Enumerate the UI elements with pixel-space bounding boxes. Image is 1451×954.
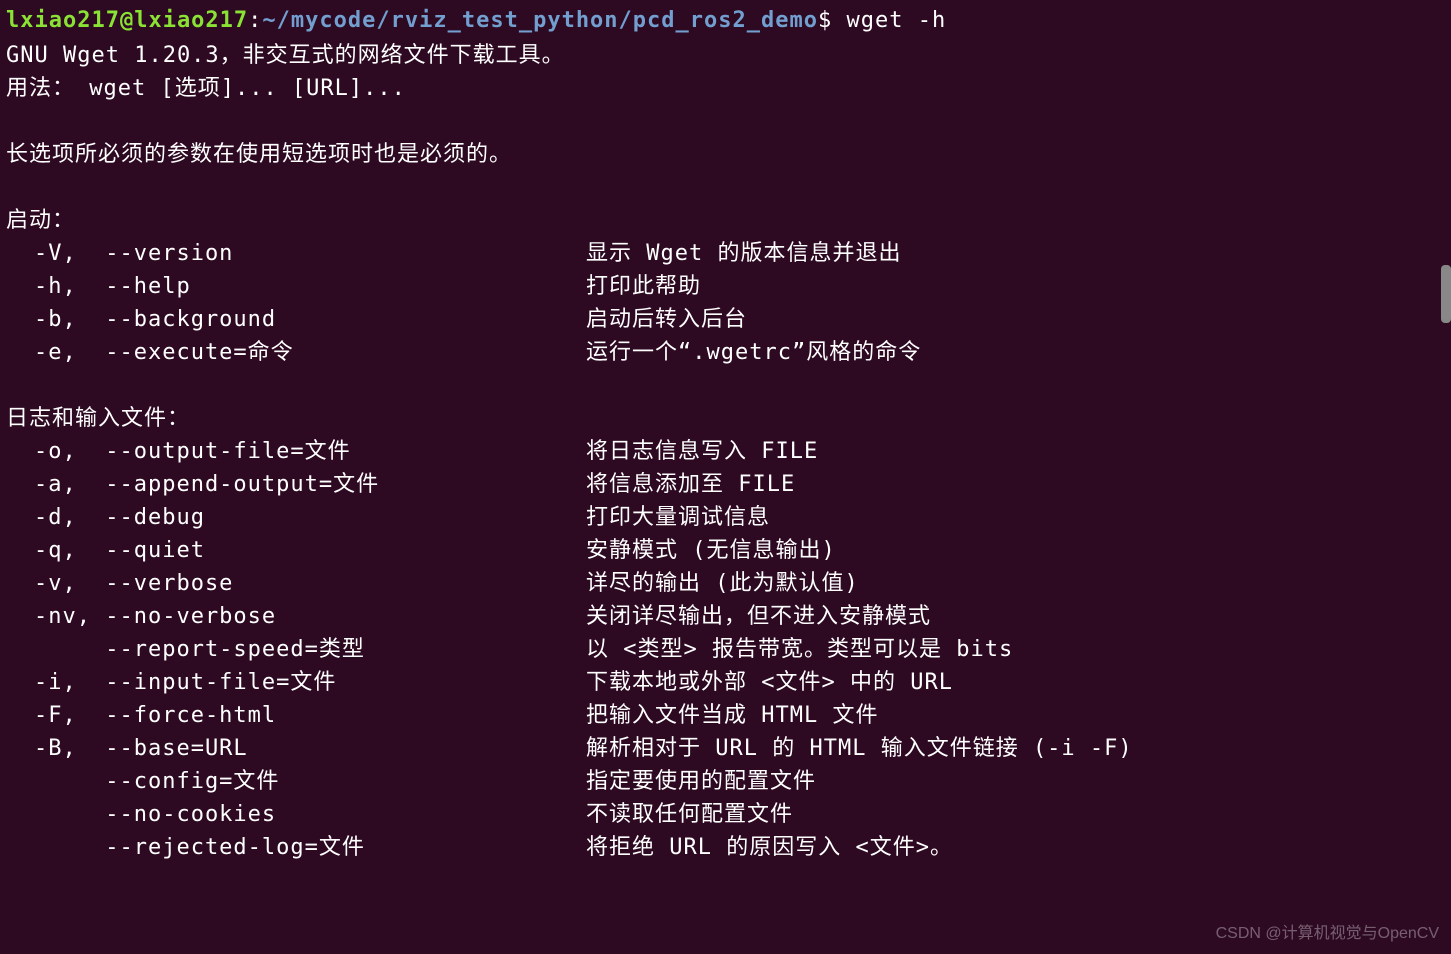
option-desc: 打印此帮助: [586, 270, 1445, 303]
option-desc: 指定要使用的配置文件: [586, 765, 1445, 798]
option-flags: --config=文件: [6, 765, 586, 798]
option-row: --report-speed=类型以 <类型> 报告带宽。类型可以是 bits: [6, 633, 1445, 666]
option-row: -d, --debug打印大量调试信息: [6, 501, 1445, 534]
option-row: -v, --verbose详尽的输出 (此为默认值): [6, 567, 1445, 600]
prompt-user-host: lxiao217@lxiao217: [6, 8, 248, 33]
prompt-colon: :: [248, 8, 262, 33]
watermark-text: CSDN @计算机视觉与OpenCV: [1216, 922, 1439, 946]
option-row: -q, --quiet安静模式 (无信息输出): [6, 534, 1445, 567]
option-flags: --report-speed=类型: [6, 633, 586, 666]
option-flags: -i, --input-file=文件: [6, 666, 586, 699]
section-startup-title: 启动：: [6, 204, 1445, 237]
option-desc: 打印大量调试信息: [586, 501, 1445, 534]
option-row: -b, --background启动后转入后台: [6, 303, 1445, 336]
option-desc: 不读取任何配置文件: [586, 798, 1445, 831]
option-desc: 运行一个“.wgetrc”风格的命令: [586, 336, 1445, 369]
option-flags: -B, --base=URL: [6, 732, 586, 765]
blank-line: [6, 369, 1445, 402]
option-row: -V, --version显示 Wget 的版本信息并退出: [6, 237, 1445, 270]
scrollbar-thumb[interactable]: [1441, 265, 1451, 323]
prompt-dollar: $: [818, 8, 832, 33]
blank-line: [6, 171, 1445, 204]
option-desc: 将信息添加至 FILE: [586, 468, 1445, 501]
option-flags: -e, --execute=命令: [6, 336, 586, 369]
prompt-path: ~/mycode/rviz_test_python/pcd_ros2_demo: [262, 8, 818, 33]
prompt-line[interactable]: lxiao217@lxiao217:~/mycode/rviz_test_pyt…: [6, 4, 1445, 37]
option-desc: 以 <类型> 报告带宽。类型可以是 bits: [586, 633, 1445, 666]
option-flags: -q, --quiet: [6, 534, 586, 567]
option-row: -i, --input-file=文件下载本地或外部 <文件> 中的 URL: [6, 666, 1445, 699]
option-desc: 把输入文件当成 HTML 文件: [586, 699, 1445, 732]
option-flags: -a, --append-output=文件: [6, 468, 586, 501]
option-row: -e, --execute=命令运行一个“.wgetrc”风格的命令: [6, 336, 1445, 369]
option-flags: -v, --verbose: [6, 567, 586, 600]
wget-version-line: GNU Wget 1.20.3，非交互式的网络文件下载工具。: [6, 39, 1445, 72]
option-flags: -V, --version: [6, 237, 586, 270]
option-row: -h, --help打印此帮助: [6, 270, 1445, 303]
option-row: -a, --append-output=文件将信息添加至 FILE: [6, 468, 1445, 501]
option-flags: --rejected-log=文件: [6, 831, 586, 864]
option-flags: -F, --force-html: [6, 699, 586, 732]
option-row: --no-cookies不读取任何配置文件: [6, 798, 1445, 831]
blank-line: [6, 105, 1445, 138]
option-flags: -d, --debug: [6, 501, 586, 534]
prompt-command: wget -h: [832, 8, 946, 33]
option-desc: 将日志信息写入 FILE: [586, 435, 1445, 468]
wget-usage-line: 用法： wget [选项]... [URL]...: [6, 72, 1445, 105]
option-desc: 关闭详尽输出，但不进入安静模式: [586, 600, 1445, 633]
option-desc: 将拒绝 URL 的原因写入 <文件>。: [586, 831, 1445, 864]
option-row: --rejected-log=文件将拒绝 URL 的原因写入 <文件>。: [6, 831, 1445, 864]
option-row: -B, --base=URL解析相对于 URL 的 HTML 输入文件链接 (-…: [6, 732, 1445, 765]
option-desc: 下载本地或外部 <文件> 中的 URL: [586, 666, 1445, 699]
option-desc: 显示 Wget 的版本信息并退出: [586, 237, 1445, 270]
mandatory-note: 长选项所必须的参数在使用短选项时也是必须的。: [6, 138, 1445, 171]
option-row: --config=文件指定要使用的配置文件: [6, 765, 1445, 798]
option-row: -nv, --no-verbose关闭详尽输出，但不进入安静模式: [6, 600, 1445, 633]
option-desc: 详尽的输出 (此为默认值): [586, 567, 1445, 600]
option-flags: -b, --background: [6, 303, 586, 336]
option-flags: -h, --help: [6, 270, 586, 303]
option-row: -F, --force-html把输入文件当成 HTML 文件: [6, 699, 1445, 732]
option-flags: -o, --output-file=文件: [6, 435, 586, 468]
option-flags: -nv, --no-verbose: [6, 600, 586, 633]
option-desc: 安静模式 (无信息输出): [586, 534, 1445, 567]
option-desc: 启动后转入后台: [586, 303, 1445, 336]
option-flags: --no-cookies: [6, 798, 586, 831]
option-desc: 解析相对于 URL 的 HTML 输入文件链接 (-i -F): [586, 732, 1445, 765]
option-row: -o, --output-file=文件将日志信息写入 FILE: [6, 435, 1445, 468]
section-log-title: 日志和输入文件：: [6, 402, 1445, 435]
